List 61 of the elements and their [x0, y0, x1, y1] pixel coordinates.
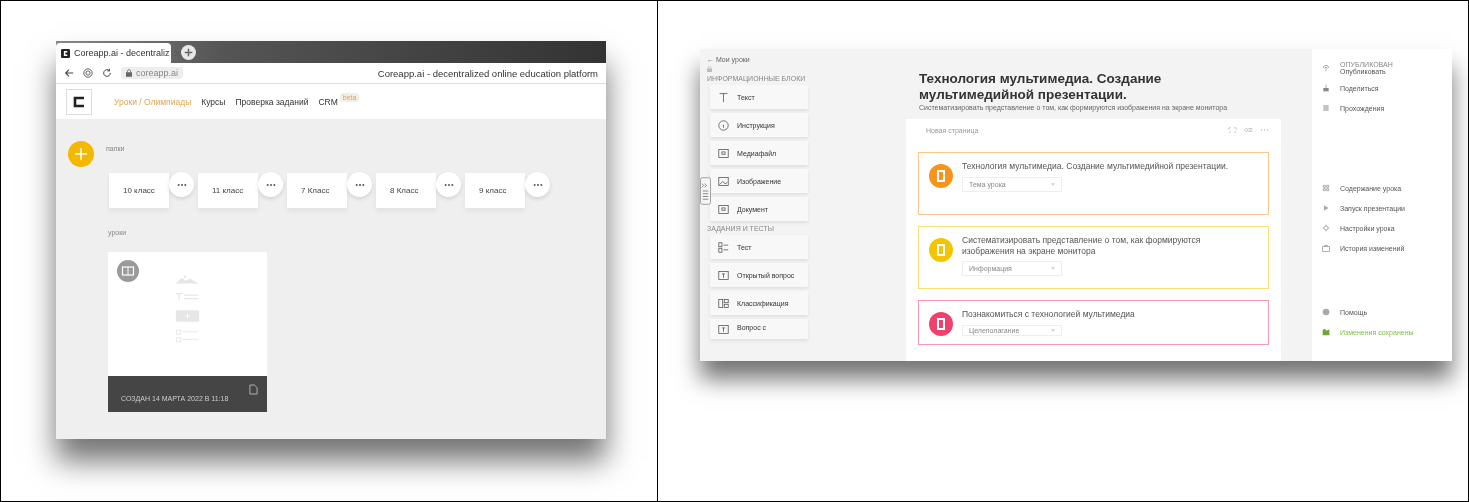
list-icon	[1322, 104, 1330, 112]
grid-icon	[1322, 184, 1330, 192]
folder-card[interactable]: 8 Класс	[376, 173, 436, 208]
folder-card[interactable]: 11 класс	[198, 173, 258, 208]
app-logo-icon[interactable]	[66, 88, 92, 115]
folder-label: 8 Класс	[390, 186, 419, 195]
reload-icon[interactable]	[102, 68, 112, 78]
more-icon[interactable]	[1260, 127, 1269, 134]
book-icon	[117, 260, 139, 282]
back-arrow-icon[interactable]	[64, 68, 74, 78]
more-icon	[443, 182, 454, 187]
grid-icon	[718, 297, 729, 309]
folder-label: 11 класс	[212, 186, 244, 195]
add-button[interactable]	[68, 141, 94, 167]
block-text: Технология мультимедиа. Создание мультимедийной презентации.	[962, 161, 1230, 172]
new-tab-icon[interactable]	[181, 45, 196, 60]
checklist-icon	[718, 241, 729, 253]
broadcast-icon	[1322, 64, 1330, 72]
folder-label: 10 класс	[123, 186, 155, 195]
drag-handle-icon[interactable]	[700, 177, 711, 205]
more-button[interactable]	[347, 172, 372, 197]
more-button[interactable]	[169, 172, 194, 197]
coin-icon[interactable]	[83, 68, 93, 78]
block-text: Систематизировать представление о том, как формируются изображения на экране монитора	[962, 235, 1202, 257]
lock-icon	[707, 66, 712, 72]
media-frame-icon	[718, 147, 729, 159]
more-button[interactable]	[436, 172, 461, 197]
more-icon	[532, 182, 543, 187]
image-icon	[718, 175, 729, 187]
page-title: Coreapp.ai - decentralized online education platform	[377, 67, 598, 79]
more-button[interactable]	[258, 172, 283, 197]
folder-card[interactable]: 9 класс	[465, 173, 525, 208]
caret-icon	[1051, 182, 1055, 186]
folder-label: 9 класс	[479, 186, 507, 195]
lock-icon	[126, 69, 132, 77]
question-frame-icon	[718, 269, 729, 281]
more-icon	[265, 182, 276, 187]
app-logo-icon	[61, 48, 70, 58]
nav-link[interactable]: Курсы	[201, 96, 226, 107]
nav-link[interactable]: CRM	[318, 96, 338, 107]
expand-icon[interactable]	[1228, 127, 1237, 134]
folder-card[interactable]: 7 Класс	[287, 173, 347, 208]
lesson-title: Технология мультимедиа. Создание мультимедийной презентации.	[919, 71, 1163, 103]
more-icon	[176, 182, 187, 187]
play-icon	[1322, 204, 1330, 212]
url-text: coreapp.ai	[136, 68, 179, 78]
caret-icon	[1051, 267, 1055, 271]
question-frame-icon	[718, 324, 729, 335]
settings-icon	[1322, 224, 1330, 232]
folder-label: 7 Класс	[301, 186, 330, 195]
caret-icon	[1051, 328, 1055, 332]
more-icon	[354, 182, 365, 187]
more-button[interactable]	[525, 172, 550, 197]
folder-card[interactable]: 10 класс	[109, 173, 169, 208]
info-circle-icon	[718, 119, 729, 131]
nav-link[interactable]: Проверка заданий	[235, 96, 309, 107]
close-icon[interactable]	[173, 49, 181, 57]
briefcase-icon	[1322, 244, 1330, 252]
tab-title: Coreapp.ai - decentraliz	[74, 48, 170, 58]
text-t-icon	[718, 91, 729, 103]
block-text: Познакомиться с технологией мультимедиа	[962, 309, 1136, 320]
